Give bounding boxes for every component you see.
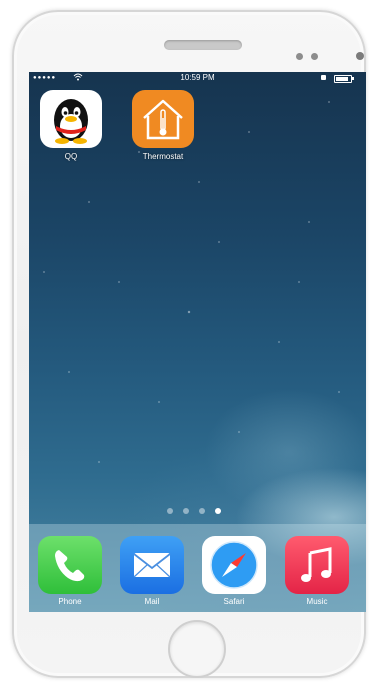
qq-penguin-icon <box>40 90 102 148</box>
dock: Phone Mail Safari Music <box>29 524 366 612</box>
light-sensor <box>311 53 318 60</box>
dock-app-label: Music <box>306 597 328 606</box>
battery-icon <box>334 75 352 83</box>
dock-app-safari[interactable]: Safari <box>199 536 269 606</box>
proximity-sensor <box>296 53 303 60</box>
phone-handset-icon <box>38 536 102 594</box>
home-button[interactable] <box>168 620 226 678</box>
front-camera <box>356 52 364 60</box>
status-bar: ●●●●● 10:59 PM <box>29 72 366 84</box>
earpiece-speaker <box>164 40 242 50</box>
status-time: 10:59 PM <box>180 73 215 82</box>
dock-app-label: Safari <box>223 597 245 606</box>
dock-app-mail[interactable]: Mail <box>117 536 187 606</box>
page-dot <box>183 508 189 514</box>
music-note-icon <box>285 536 349 594</box>
app-label: Thermostat <box>142 152 184 161</box>
app-qq[interactable]: QQ <box>36 90 106 161</box>
app-label: QQ <box>64 152 78 161</box>
dock-app-label: Phone <box>58 597 82 606</box>
page-dot-active <box>215 508 221 514</box>
envelope-icon <box>120 536 184 594</box>
dock-app-music[interactable]: Music <box>282 536 352 606</box>
page-dot <box>199 508 205 514</box>
page-dot <box>167 508 173 514</box>
compass-icon <box>202 536 266 594</box>
dock-app-phone[interactable]: Phone <box>35 536 105 606</box>
page-indicator[interactable] <box>167 508 237 516</box>
dock-app-label: Mail <box>144 597 160 606</box>
orientation-lock-icon <box>321 75 326 80</box>
home-screen: ●●●●● 10:59 PM QQ Thermostat Phone Mail … <box>29 72 366 612</box>
thermostat-house-icon <box>132 90 194 148</box>
app-thermostat[interactable]: Thermostat <box>128 90 198 161</box>
battery-tip <box>352 77 354 80</box>
